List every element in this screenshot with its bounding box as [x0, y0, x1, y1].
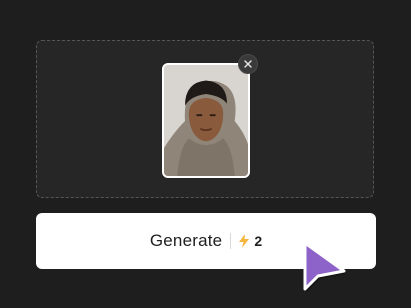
lightning-bolt-icon — [238, 234, 250, 248]
generate-label: Generate — [149, 231, 223, 250]
remove-image-button[interactable] — [238, 54, 258, 74]
close-icon — [244, 60, 252, 68]
button-divider — [230, 233, 232, 249]
cursor-arrow-icon — [296, 236, 350, 296]
uploaded-image-thumbnail — [162, 63, 250, 178]
credit-count: 2 — [254, 233, 263, 249]
